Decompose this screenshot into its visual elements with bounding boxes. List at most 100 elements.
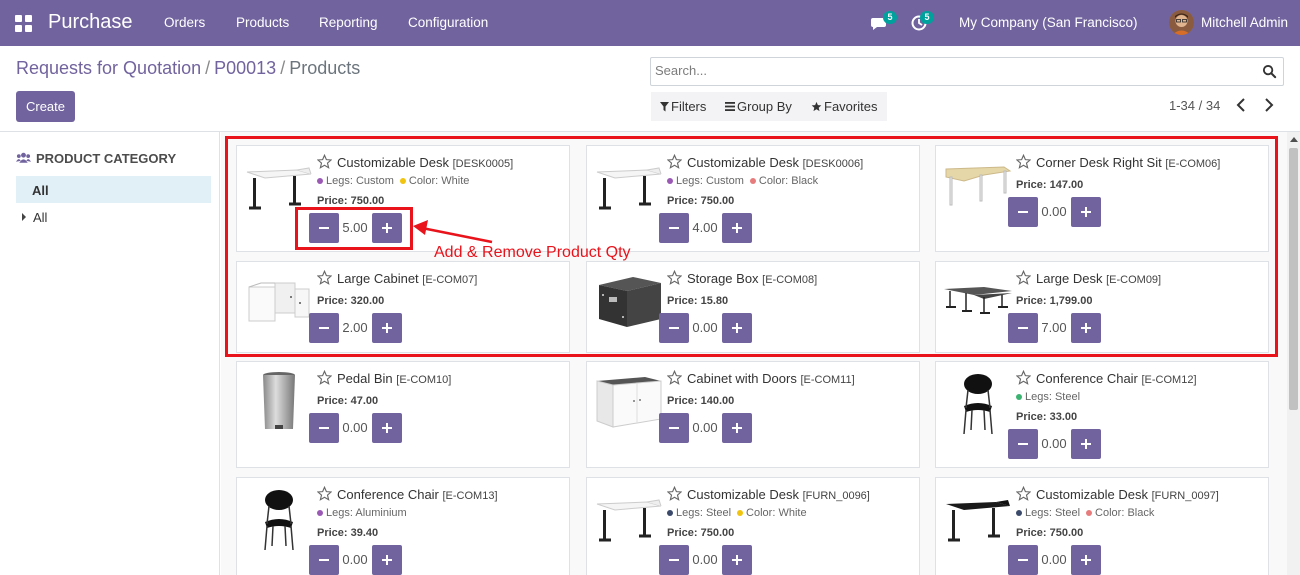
attribute-tag: Legs: Aluminium (317, 507, 407, 519)
product-title: Conference Chair (337, 487, 443, 502)
product-attributes: Legs: Steel Color: Black (1016, 507, 1160, 519)
decrease-qty-button[interactable] (309, 545, 339, 575)
attribute-tag: Legs: Steel (667, 507, 731, 519)
attribute-tag: Legs: Steel (1016, 507, 1080, 519)
product-price: Price: 47.00 (317, 395, 379, 407)
decrease-qty-button[interactable] (659, 545, 689, 575)
product-qty[interactable]: 0.00 (1039, 552, 1069, 567)
breadcrumb-rfq[interactable]: Requests for Quotation (16, 58, 201, 78)
increase-qty-button[interactable] (722, 413, 752, 443)
favorites-button[interactable]: Favorites (824, 99, 877, 114)
decrease-qty-button[interactable] (1008, 429, 1038, 459)
top-navbar: Purchase Orders Products Reporting Confi… (0, 0, 1300, 46)
product-code: [FURN_0096] (802, 490, 870, 502)
filters-button[interactable]: Filters (671, 99, 706, 114)
attribute-tag: Color: Black (1086, 507, 1154, 519)
product-card[interactable]: Conference Chair [E-COM12] Legs: Steel Pri… (935, 361, 1269, 468)
messages-badge: 5 (883, 11, 897, 24)
menu-configuration[interactable]: Configuration (408, 15, 488, 30)
category-side-panel: PRODUCT CATEGORY All All (0, 132, 220, 575)
scroll-thumb[interactable] (1289, 148, 1298, 410)
attribute-color-dot (1086, 509, 1093, 516)
favorite-star-icon[interactable] (1015, 485, 1032, 501)
product-image (245, 486, 313, 554)
attribute-color-dot (1016, 393, 1022, 400)
product-qty[interactable]: 0.00 (340, 552, 370, 567)
search-icon[interactable] (1262, 64, 1277, 79)
category-all[interactable]: All (33, 210, 47, 225)
pager-previous-icon[interactable] (1235, 97, 1247, 113)
favorites-star-icon (811, 101, 822, 112)
user-menu[interactable]: Mitchell Admin (1201, 15, 1288, 30)
favorite-star-icon[interactable] (666, 369, 683, 385)
search-input[interactable] (655, 63, 1255, 78)
decrease-qty-button[interactable] (659, 413, 689, 443)
product-price: Price: 33.00 (1016, 411, 1078, 423)
product-card[interactable]: Cabinet with Doors [E-COM11] Price: 140.0… (586, 361, 920, 468)
product-qty[interactable]: 0.00 (1039, 436, 1069, 451)
product-card[interactable]: Customizable Desk [FURN_0096] Legs: Steel… (586, 477, 920, 575)
product-attributes: Legs: Aluminium (317, 507, 413, 519)
product-card[interactable]: Conference Chair [E-COM13] Legs: Aluminiu… (236, 477, 570, 575)
favorite-star-icon[interactable] (666, 485, 683, 501)
breadcrumb: Requests for Quotation / P00013/Products (16, 58, 360, 79)
create-button[interactable]: Create (16, 91, 75, 122)
product-card[interactable]: Customizable Desk [FURN_0097] Legs: Steel… (935, 477, 1269, 575)
apps-menu-icon[interactable] (15, 15, 32, 32)
breadcrumb-current: Products (289, 58, 361, 78)
increase-qty-button[interactable] (372, 545, 402, 575)
group-by-button[interactable]: Group By (737, 99, 792, 114)
increase-qty-button[interactable] (372, 413, 402, 443)
favorite-star-icon[interactable] (316, 485, 333, 501)
product-name: Conference Chair [E-COM12] (1036, 371, 1197, 386)
menu-orders[interactable]: Orders (164, 15, 205, 30)
product-name: Customizable Desk [FURN_0097] (1036, 487, 1219, 502)
product-image (595, 367, 663, 435)
search-box (650, 57, 1284, 86)
pager-value[interactable]: 1-34 / 34 (1169, 98, 1220, 113)
scroll-up-icon[interactable] (1290, 137, 1298, 142)
attribute-label: Legs: Steel (1025, 507, 1081, 519)
pager-next-icon[interactable] (1263, 97, 1275, 113)
user-avatar[interactable] (1169, 10, 1194, 35)
group-by-icon (725, 102, 735, 111)
menu-products[interactable]: Products (236, 15, 289, 30)
product-price: Price: 750.00 (667, 527, 735, 539)
product-qty[interactable]: 0.00 (690, 420, 720, 435)
company-switcher[interactable]: My Company (San Francisco) (959, 15, 1138, 30)
decrease-qty-button[interactable] (1008, 545, 1038, 575)
annotation-arrow-icon (413, 220, 493, 244)
decrease-qty-button[interactable] (309, 413, 339, 443)
search-options-bar: Filters Group By Favorites (651, 92, 887, 121)
attribute-label: Legs: Steel (676, 507, 732, 519)
product-card[interactable]: Pedal Bin [E-COM10] Price: 47.00 0.00 (236, 361, 570, 468)
product-title: Customizable Desk (1036, 487, 1152, 502)
scrollbar[interactable] (1287, 132, 1300, 575)
breadcrumb-order[interactable]: P00013 (214, 58, 276, 78)
increase-qty-button[interactable] (722, 545, 752, 575)
side-panel-title: PRODUCT CATEGORY (36, 151, 177, 166)
product-title: Customizable Desk (687, 487, 803, 502)
attribute-label: Color: Black (1095, 507, 1155, 519)
attribute-tag: Legs: Steel (1016, 391, 1080, 403)
product-qty[interactable]: 0.00 (690, 552, 720, 567)
favorite-star-icon[interactable] (1015, 369, 1032, 385)
increase-qty-button[interactable] (1071, 429, 1101, 459)
product-attributes: Legs: Steel (1016, 391, 1086, 403)
category-all-active[interactable]: All (16, 176, 211, 203)
activities-badge: 5 (920, 11, 934, 24)
increase-qty-button[interactable] (1071, 545, 1101, 575)
attribute-label: Legs: Steel (1025, 391, 1081, 403)
expand-caret-icon[interactable] (22, 213, 26, 221)
product-code: [FURN_0097] (1151, 490, 1219, 502)
product-image (245, 367, 313, 435)
app-name[interactable]: Purchase (48, 11, 133, 34)
users-group-icon (16, 152, 31, 163)
product-price: Price: 140.00 (667, 395, 735, 407)
favorite-star-icon[interactable] (316, 369, 333, 385)
product-qty[interactable]: 0.00 (340, 420, 370, 435)
menu-reporting[interactable]: Reporting (319, 15, 378, 30)
product-code: [E-COM11] (800, 374, 855, 386)
breadcrumb-separator: / (280, 58, 286, 78)
product-name: Cabinet with Doors [E-COM11] (687, 371, 855, 386)
